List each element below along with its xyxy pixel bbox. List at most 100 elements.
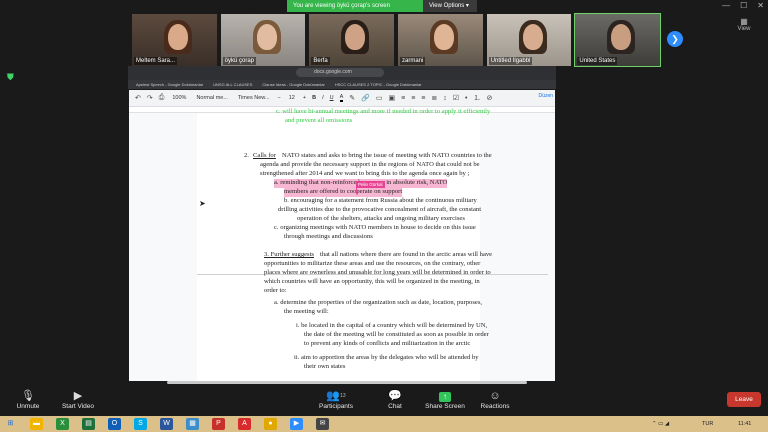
clause-3-line1: that all nations where there are found i… [320,251,493,258]
mouse-pointer-icon: ➤ [199,199,206,208]
participant-tile[interactable]: Untitled Ilgabbl [486,14,572,66]
zoom-icon[interactable]: ▶ [290,418,303,430]
clause-2-line2: agenda and provide the necessary support… [260,161,480,168]
share-screen-button[interactable]: ↑ Share Screen [417,389,473,410]
collaborator-cursor [356,184,357,194]
participant-name: Untitled Ilgabbl [488,57,533,65]
bookmark-item[interactable]: HSCC CLAUSES 2 TOPIC - Google Dokümanlar [335,80,422,89]
word-icon[interactable]: W [160,418,173,430]
outlook-icon[interactable]: O [108,418,121,430]
align-left-icon[interactable]: ≡ [401,95,405,102]
horizontal-scrollbar[interactable] [167,381,527,384]
link-icon[interactable]: 🔗 [361,94,370,102]
align-justify-icon[interactable]: ≣ [431,94,437,102]
reactions-icon: ☺ [489,390,501,402]
tray-icons[interactable]: ⌃ ▭ ◢ [652,419,669,429]
numbered-list-icon[interactable]: ⒈ [473,93,480,103]
file-explorer-icon[interactable]: ▬ [30,418,43,430]
participant-tile[interactable]: Meltem Sara... [132,14,217,66]
clear-format-icon[interactable]: ⊘ [486,94,492,102]
clause-2b-line3: operation of the shelters, attacks and o… [297,215,465,222]
clause-3-line4: which countries will have an opportunity… [264,278,480,285]
leave-button[interactable]: Leave [727,392,761,407]
line-spacing-icon[interactable]: ↕ [443,95,447,102]
start-icon[interactable]: ⊞ [4,418,17,430]
text-color-button[interactable]: A [339,94,344,102]
screen-share-banner: You are viewing öykü çorap's screen View… [287,0,477,12]
italic-button[interactable]: I [322,95,324,101]
clause-c-green-line1: c. will have bi-annual meetings and more… [276,108,491,115]
font-size-input[interactable]: 12 [287,94,297,102]
face [345,24,366,50]
chat-icon: 💬 [388,390,402,402]
clause-3ai-line2: the date of the meeting will be constitu… [304,331,489,338]
align-center-icon[interactable]: ≡ [411,95,415,102]
minimize-icon[interactable]: — [722,0,730,12]
start-video-label: Start Video [61,403,95,410]
participants-button[interactable]: 👥13 Participants [308,389,364,410]
clause-2b-line2: drilling activities due to the provocati… [278,206,482,213]
app-icon[interactable]: ▦ [186,418,199,430]
mail-icon[interactable]: ✉ [316,418,329,430]
face [611,24,632,50]
clause-3a-line1: a. determine the properties of the organ… [274,299,483,306]
bookmarks-bar: Apelest Speech - Google Dokümanlar UNSG … [128,80,556,89]
participant-tile-active-speaker[interactable]: United States [574,13,662,67]
redo-icon[interactable]: ↷ [147,94,153,102]
undo-icon[interactable]: ↶ [135,94,141,102]
unmute-button[interactable]: 🎙 Unmute [0,389,56,410]
excel-icon[interactable]: X [56,418,69,430]
collaborator-cursor-label: Pelin Gürkal [356,181,385,188]
zoom-select[interactable]: 100% [170,94,188,102]
align-right-icon[interactable]: ≡ [421,95,425,102]
checklist-icon[interactable]: ☑ [453,94,459,102]
face [168,24,188,50]
maximize-icon[interactable]: ☐ [740,0,747,12]
start-video-button[interactable]: ▶ Start Video [50,389,106,410]
chat-button[interactable]: 💬 Chat [367,389,423,410]
view-label: View [737,26,751,32]
reactions-button[interactable]: ☺ Reactions [467,389,523,410]
highlight-icon[interactable]: ✎ [349,94,355,102]
chrome-icon[interactable]: ● [264,418,277,430]
powerpoint-icon[interactable]: P [212,418,225,430]
close-icon[interactable]: ✕ [757,0,764,12]
image-icon[interactable]: ▣ [388,94,395,102]
participant-tile[interactable]: zarmani [398,14,483,66]
clause-2-line1: NATO states and asks to bring the issue … [282,152,492,159]
font-size-increase-icon[interactable]: + [303,95,306,101]
skype-icon[interactable]: S [134,418,147,430]
participant-tile[interactable]: öykü çorap [220,14,306,66]
clock[interactable]: 11:41 [738,419,751,429]
clause-2-number: 2. [244,152,249,159]
clause-3ai-line3: to prevent any kinds of conflicts and mi… [304,340,471,347]
address-bar[interactable]: docs.google.com [296,68,384,77]
comment-icon[interactable]: ▭ [376,94,383,102]
editing-mode-button[interactable]: Düzen [539,93,553,99]
clause-2-line3: strengthened after 2014 and we want to b… [260,170,470,177]
view-options-button[interactable]: View Options ▾ [423,0,477,12]
clause-3aii-line1: ii. aim to apportion the areas by the de… [294,354,479,361]
style-select[interactable]: Normal me... [194,94,229,102]
bookmark-item[interactable]: Apelest Speech - Google Dokümanlar [136,80,203,89]
bulleted-list-icon[interactable]: • [465,95,467,102]
security-shield-icon[interactable]: ⛊ [7,73,16,82]
bookmark-item[interactable]: UNSG ALL CLAUSES [213,80,252,89]
underline-button[interactable]: U [330,95,334,101]
spreadsheet-icon[interactable]: ▤ [82,418,95,430]
pdf-reader-icon[interactable]: A [238,418,251,430]
participants-label: Participants [319,403,353,410]
view-button[interactable]: ▦ View [733,17,755,32]
bold-button[interactable]: B [312,95,316,101]
participant-tile[interactable]: Berfa [309,14,395,66]
font-size-decrease-icon[interactable]: − [278,95,281,101]
muted-microphone-icon: 🎙 [21,390,35,402]
next-page-arrow-icon[interactable]: ❯ [667,31,683,47]
clause-3ai-line1: i. be located in the capital of a countr… [296,322,488,329]
window-controls: — ☐ ✕ [722,0,764,12]
font-select[interactable]: Times New... [236,94,272,102]
print-icon[interactable]: ⎙ [159,94,165,102]
bookmark-item[interactable]: Clause Ideas - Google Dokümanlar [262,80,324,89]
viewing-screen-label: You are viewing öykü çorap's screen [287,0,423,12]
language-indicator[interactable]: TUR [702,419,713,429]
